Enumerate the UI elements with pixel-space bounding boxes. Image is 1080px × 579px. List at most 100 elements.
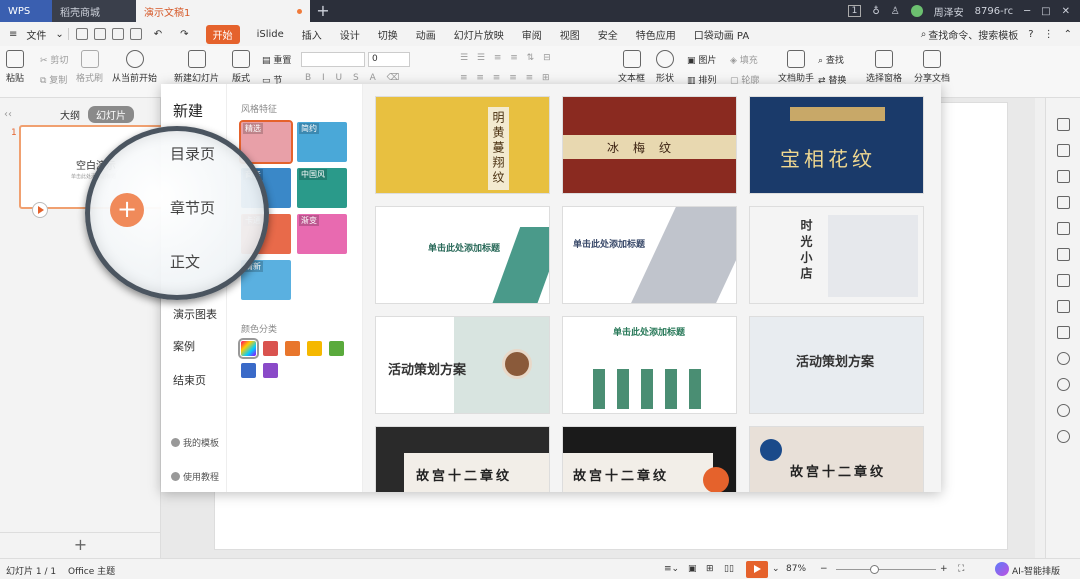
tutorial-link[interactable]: 使用教程 [171, 470, 219, 483]
template-card-5[interactable]: 单击此处添加标题 [562, 206, 737, 304]
menu-view[interactable]: 视图 [551, 27, 589, 42]
color-orange[interactable] [285, 341, 300, 356]
template-card-11[interactable]: 故宫十二章纹 [562, 426, 737, 492]
menu-file[interactable]: 文件 [26, 27, 55, 42]
style-featured[interactable]: 精选 [239, 120, 293, 164]
image-icon[interactable] [1057, 248, 1070, 261]
tab-outline[interactable]: 大纲 [60, 107, 80, 122]
ai-layout-button[interactable]: AI-智能排版 [1012, 564, 1060, 577]
category-ending[interactable]: 结束页 [173, 372, 206, 388]
notes-icon[interactable]: ≡⌄ [664, 564, 679, 574]
font-size-select[interactable]: 0 [368, 52, 410, 67]
history-icon[interactable] [1057, 404, 1070, 417]
select-pane-button[interactable]: 选择窗格 [866, 50, 902, 84]
magnified-toc[interactable]: 目录页 [170, 143, 215, 164]
menu-insert[interactable]: 插入 [293, 27, 331, 42]
collapse-panel-icon[interactable]: ‹‹ [4, 109, 24, 120]
search-command[interactable]: 查找命令、搜索模板 [928, 27, 1018, 42]
ai-icon[interactable] [995, 562, 1009, 576]
menu-start[interactable]: 开始 [205, 24, 240, 44]
zoom-in-icon[interactable]: + [940, 564, 948, 574]
star-icon[interactable] [1057, 118, 1070, 131]
category-case[interactable]: 案例 [173, 338, 195, 354]
normal-view-icon[interactable]: ▣ [688, 564, 697, 574]
reset-button[interactable]: ▤ 重置 [262, 53, 291, 66]
preview-icon[interactable] [129, 28, 142, 40]
help-icon[interactable]: ? [1028, 29, 1033, 40]
color-yellow[interactable] [307, 341, 322, 356]
new-slide-button[interactable]: 新建幻灯片 [174, 50, 219, 84]
font-style-buttons[interactable]: B I U S A ⌫ [305, 73, 403, 83]
user-name[interactable]: 周泽安 [934, 4, 964, 19]
close-icon[interactable]: ✕ [1062, 6, 1070, 17]
maximize-icon[interactable]: □ [1041, 6, 1050, 17]
doc-assistant-button[interactable]: 文档助手 [778, 50, 814, 84]
audio-icon[interactable] [1057, 352, 1070, 365]
template-card-3[interactable]: 宝相花纹 [749, 96, 924, 194]
share-doc-button[interactable]: 分享文档 [914, 50, 950, 84]
add-slide-button[interactable]: + [0, 532, 161, 558]
my-templates-link[interactable]: 我的模板 [171, 436, 219, 449]
cut-button[interactable]: ✂ 剪切 [40, 53, 68, 66]
color-red[interactable] [263, 341, 278, 356]
style-chinese[interactable]: 中国风 [297, 168, 347, 208]
format-painter-button[interactable]: 格式刷 [76, 50, 103, 84]
template-card-4[interactable]: 单击此处添加标题 [375, 206, 550, 304]
paste-button[interactable]: 粘贴 [6, 50, 24, 84]
picture-icon[interactable] [1057, 326, 1070, 339]
copy-button[interactable]: ⧉ 复制 [40, 73, 67, 86]
menu-icon[interactable]: ≡ [0, 29, 26, 40]
tab-slides[interactable]: 幻灯片 [88, 106, 134, 123]
color-green[interactable] [329, 341, 344, 356]
vertical-scrollbar[interactable] [1035, 98, 1045, 558]
skin-icon[interactable]: ♁ [872, 6, 879, 17]
sorter-view-icon[interactable]: ⊞ [706, 564, 714, 574]
chevron-down-icon[interactable]: ⌄ [55, 29, 63, 40]
tab-wps[interactable]: WPS [0, 0, 52, 22]
search-icon[interactable]: ⌕ [921, 29, 927, 40]
find-button[interactable]: ⌕ 查找 [818, 53, 844, 66]
template-card-10[interactable]: 故宫十二章纹 [375, 426, 550, 492]
archive-icon[interactable] [1057, 300, 1070, 313]
menu-animation[interactable]: 动画 [407, 27, 445, 42]
redo-icon[interactable]: ↷ [171, 29, 197, 40]
tab-presentation[interactable]: 演示文稿1 [136, 0, 310, 22]
textbox-button[interactable]: 文本框 [618, 50, 645, 84]
align-buttons[interactable]: ≡ ≡ ≡ ≡ ≡ ⊞ [460, 73, 553, 83]
new-tab-button[interactable]: + [310, 0, 336, 22]
zoom-out-icon[interactable]: − [820, 564, 828, 574]
template-card-8[interactable]: 单击此处添加标题 [562, 316, 737, 414]
magnified-chapter[interactable]: 章节页 [170, 197, 215, 218]
save-icon[interactable] [75, 28, 88, 40]
adjust-icon[interactable] [1057, 222, 1070, 235]
text-effect-icon[interactable] [1057, 196, 1070, 209]
paragraph-buttons[interactable]: ☰ ☰ ≡ ≡ ⇅ ⊟ [460, 53, 554, 63]
add-plus-icon[interactable]: + [110, 193, 144, 227]
menu-pocket-animation[interactable]: 口袋动画 PA [685, 27, 758, 42]
picture-button[interactable]: ▣ 图片 [687, 53, 716, 66]
menu-security[interactable]: 安全 [589, 27, 627, 42]
zoom-slider-knob[interactable] [870, 565, 879, 574]
tab-docer-store[interactable]: 稻壳商城 [52, 0, 136, 22]
layout-button[interactable]: 版式 [232, 50, 250, 84]
menu-design[interactable]: 设计 [331, 27, 369, 42]
style-gradient[interactable]: 渐变 [297, 214, 347, 254]
font-family-select[interactable] [301, 52, 365, 67]
help-icon[interactable] [1057, 430, 1070, 443]
copy-icon[interactable] [1057, 170, 1070, 183]
reading-view-icon[interactable]: ▯▯ [724, 564, 734, 574]
share-icon[interactable] [1057, 274, 1070, 287]
zoom-slider[interactable] [836, 565, 936, 574]
menu-review[interactable]: 审阅 [513, 27, 551, 42]
export-icon[interactable] [93, 28, 106, 40]
menu-transition[interactable]: 切换 [369, 27, 407, 42]
more-icon[interactable]: ⋮ [1044, 29, 1054, 40]
play-slide-icon[interactable] [32, 202, 48, 218]
template-card-6[interactable]: 时光小店 [749, 206, 924, 304]
fill-button[interactable]: ◈ 填充 [730, 53, 758, 66]
category-chart[interactable]: 演示图表 [173, 306, 217, 322]
color-purple[interactable] [263, 363, 278, 378]
menu-special-apps[interactable]: 特色应用 [627, 27, 685, 42]
layers-icon[interactable] [1057, 144, 1070, 157]
menu-islide[interactable]: iSlide [248, 29, 293, 40]
